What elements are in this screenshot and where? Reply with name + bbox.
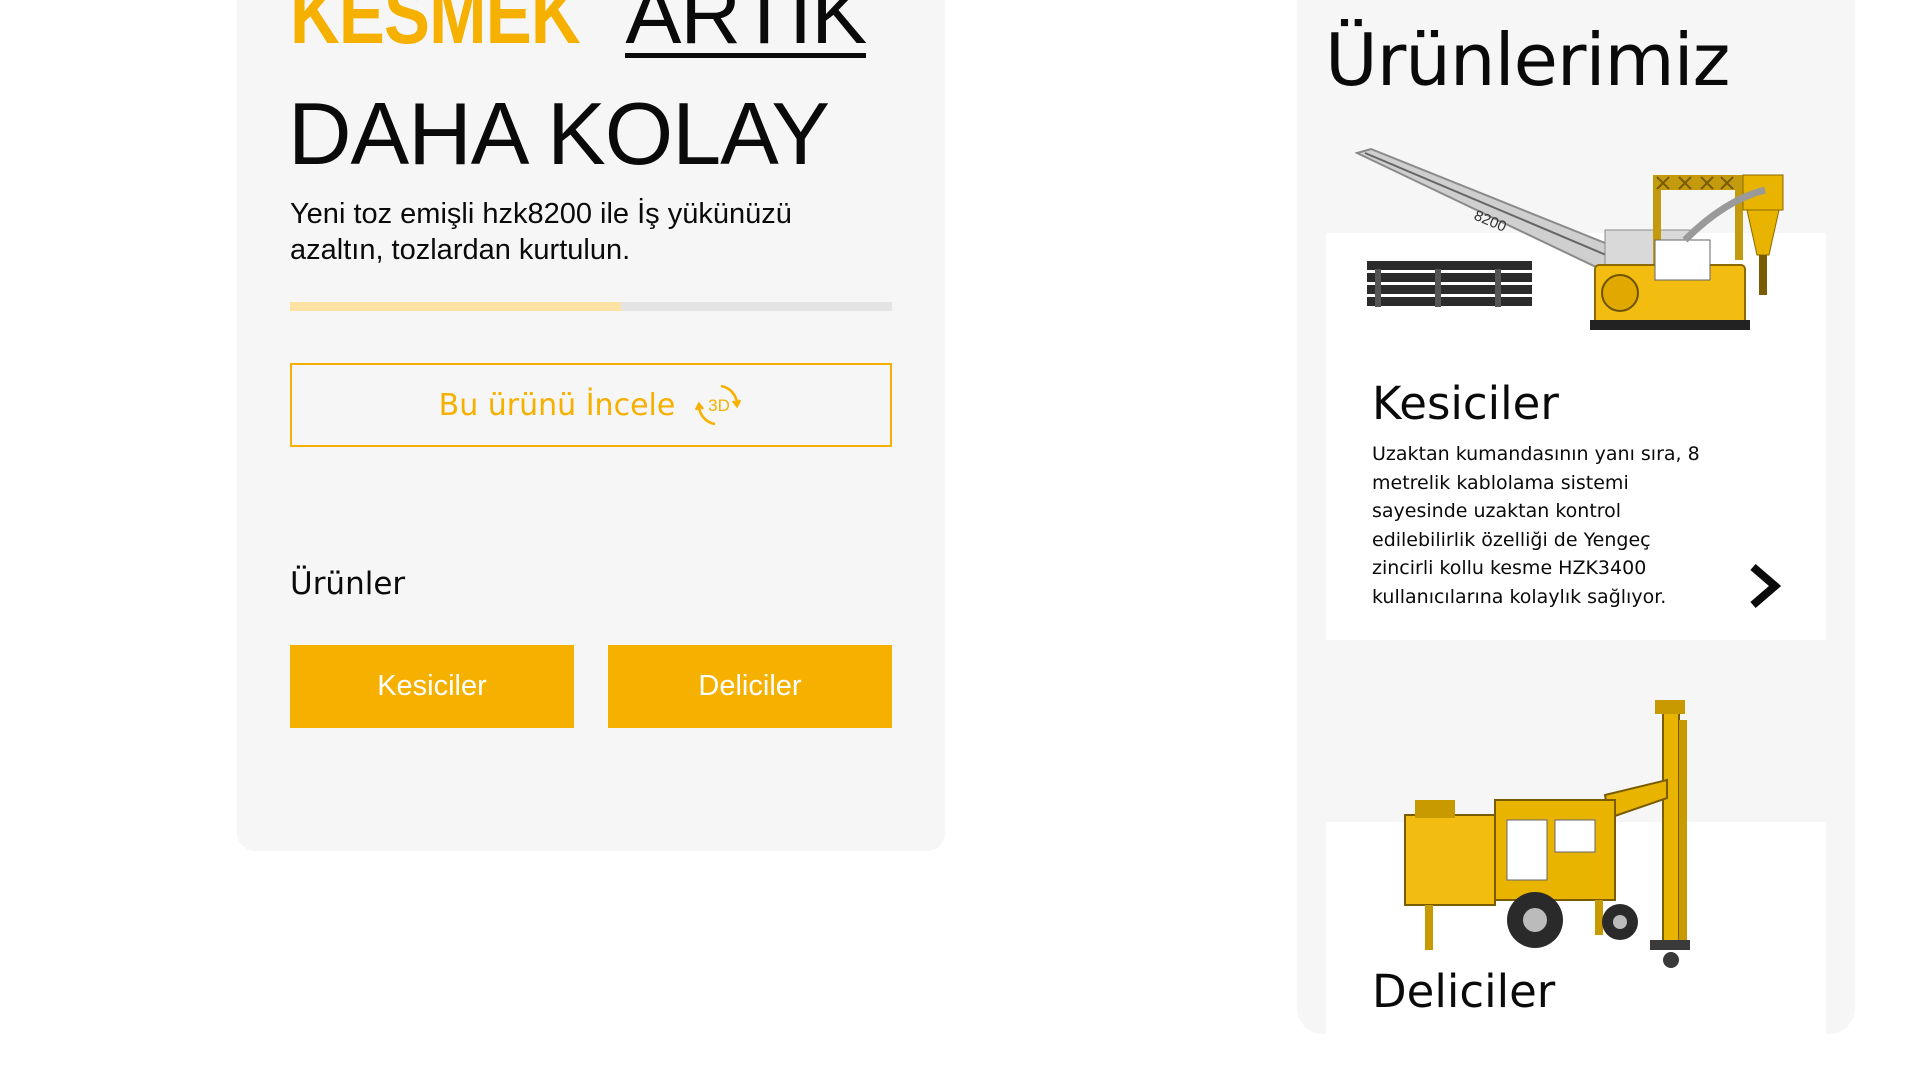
- headline-highlight: KESMEK: [290, 0, 581, 61]
- products-panel-title: Ürünlerimiz: [1325, 18, 1730, 102]
- rotate-3d-icon-text: 3D: [708, 396, 730, 415]
- chevron-right-icon[interactable]: [1745, 563, 1785, 609]
- slide-progress-fill: [290, 302, 622, 311]
- category-button-drills[interactable]: Deliciler: [608, 645, 892, 728]
- rotate-3d-icon: 3D: [695, 384, 742, 426]
- drilling-rig-machine-image: [1404, 700, 1690, 968]
- product-name-drills: Deliciler: [1372, 965, 1556, 1018]
- slide-progress-bar: [290, 302, 892, 311]
- headline-underlined-word: ARTIK: [625, 0, 867, 59]
- hero-subtitle: Yeni toz emişli hzk8200 ile İş yükünüzü …: [290, 198, 792, 266]
- chain-saw-cutter-machine-image: 8200: [1355, 147, 1784, 330]
- product-name-cutters: Kesiciler: [1372, 377, 1559, 430]
- product-description-cutters: Uzaktan kumandasının yanı sıra, 8 metrel…: [1372, 443, 1700, 608]
- explore-product-button[interactable]: Bu ürünü İncele 3D: [290, 363, 892, 447]
- products-section-label: Ürünler: [290, 566, 406, 602]
- hero-headline: KESMEK ARTIK: [290, 0, 867, 61]
- headline-second-line: DAHA KOLAY: [288, 84, 830, 183]
- explore-product-label: Bu ürünü İncele: [438, 387, 676, 423]
- category-button-cutters[interactable]: Kesiciler: [290, 645, 574, 728]
